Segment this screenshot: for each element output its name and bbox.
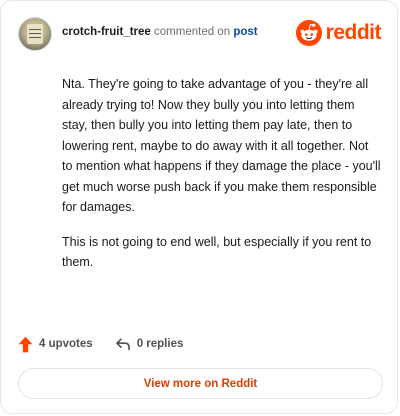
avatar-detail	[29, 33, 41, 34]
replies-stat[interactable]: 0 replies	[115, 336, 184, 352]
avatar-detail	[29, 37, 41, 38]
comment-paragraph: This is not going to end well, but espec…	[62, 234, 372, 270]
avatar[interactable]	[18, 17, 52, 51]
post-link[interactable]: post	[233, 26, 257, 38]
view-more-button[interactable]: View more on Reddit	[18, 368, 383, 399]
action-text: commented on	[154, 26, 231, 38]
reddit-logo[interactable]: reddit	[295, 19, 382, 47]
upvotes-stat[interactable]: 4 upvotes	[18, 336, 93, 353]
reddit-wordmark: reddit	[325, 21, 382, 44]
reddit-logo-icon	[295, 20, 322, 46]
embedded-comment-card: crotch-fruit_tree commented on post redd…	[0, 0, 398, 414]
reply-arrow-icon	[115, 338, 130, 351]
upvotes-count: 4 upvotes	[39, 338, 93, 350]
comment-paragraph: Nta. They're going to take advantage of …	[62, 77, 381, 214]
replies-count: 0 replies	[136, 338, 184, 350]
comment-meta: crotch-fruit_tree commented on post	[62, 25, 258, 39]
comment-body: Nta. They're going to take advantage of …	[62, 74, 382, 287]
avatar-detail	[29, 29, 41, 30]
comment-stats: 4 upvotes 0 replies	[18, 334, 183, 354]
upvote-arrow-icon	[18, 336, 33, 352]
avatar-image	[27, 24, 43, 44]
username-link[interactable]: crotch-fruit_tree	[62, 26, 151, 38]
comment-header: crotch-fruit_tree commented on post redd…	[18, 17, 382, 53]
